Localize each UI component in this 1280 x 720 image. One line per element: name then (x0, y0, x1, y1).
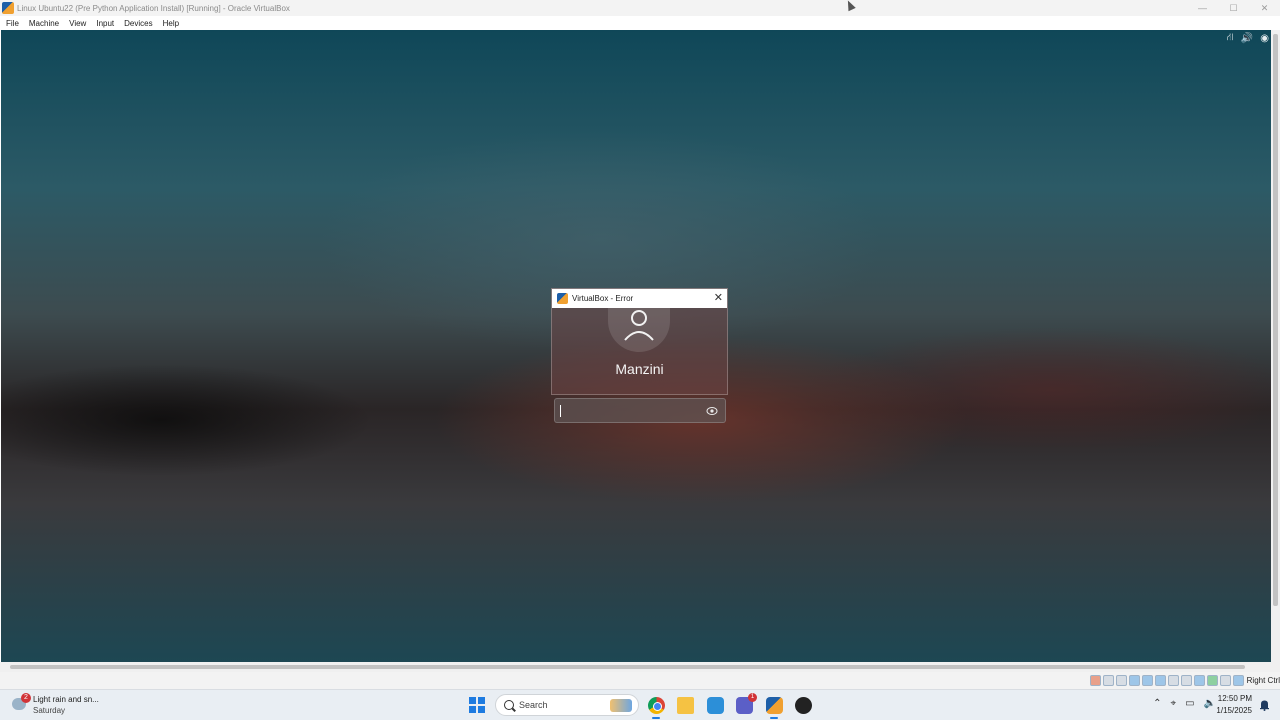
clock-time: 12:50 PM (1217, 694, 1252, 703)
display-icon[interactable] (1168, 675, 1179, 686)
login-card: VirtualBox - Error ✕ Manzini (551, 288, 728, 395)
network-adapter-icon[interactable] (1129, 675, 1140, 686)
clock-date: 1/15/2025 (1216, 706, 1252, 715)
vm-volume-icon[interactable]: 🔊 (1241, 33, 1253, 44)
taskbar-clock[interactable]: 12:50 PM 1/15/2025 (1216, 694, 1252, 715)
virtualbox-taskbar-icon[interactable] (766, 697, 783, 714)
keyboard-capture-icon[interactable] (1233, 675, 1244, 686)
horizontal-scroll-thumb[interactable] (10, 665, 1245, 669)
error-dialog-titlebar[interactable]: VirtualBox - Error ✕ (552, 289, 727, 308)
windows-logo-pane (469, 706, 476, 713)
reveal-password-icon[interactable] (706, 406, 718, 416)
windows-logo-pane (478, 706, 485, 713)
weather-widget[interactable]: 2 Light rain and sn... Saturday (12, 693, 112, 717)
virtualbox-running-indicator (770, 717, 778, 719)
vm-top-tray: ⛙ 🔊 ◉ (1227, 32, 1269, 45)
hard-disk-icon[interactable] (1090, 675, 1101, 686)
device-status-icons (1090, 675, 1244, 686)
weather-alert-badge: 2 (21, 693, 31, 703)
mouse-integration-icon[interactable] (1220, 675, 1231, 686)
vm-statusbar: Right Ctrl (0, 672, 1280, 689)
menu-help[interactable]: Help (163, 19, 179, 28)
notification-bell-icon[interactable] (1259, 699, 1270, 711)
shared-folders-icon[interactable] (1155, 675, 1166, 686)
host-key-label: Right Ctrl (1246, 676, 1280, 685)
window-titlebar[interactable]: Linux Ubuntu22 (Pre Python Application I… (0, 0, 1280, 16)
recording-icon[interactable] (1181, 675, 1192, 686)
maximize-button[interactable]: ☐ (1218, 0, 1249, 16)
chrome-icon[interactable] (648, 697, 665, 714)
menu-input[interactable]: Input (96, 19, 114, 28)
network-icon[interactable]: ▭ (1185, 698, 1194, 709)
chrome-running-indicator (652, 717, 660, 719)
close-button[interactable]: ✕ (1249, 0, 1280, 16)
virtualbox-app-icon (2, 2, 14, 14)
start-button[interactable] (469, 697, 485, 713)
volume-icon[interactable]: 🔈 (1204, 698, 1216, 709)
menu-machine[interactable]: Machine (29, 19, 59, 28)
vertical-scrollbar[interactable] (1271, 30, 1280, 662)
windows-taskbar: 2 Light rain and sn... Saturday Search 1… (0, 689, 1280, 720)
horizontal-scrollbar[interactable] (0, 662, 1280, 672)
teams-icon[interactable]: 1 (736, 693, 757, 714)
minimize-button[interactable]: — (1187, 0, 1218, 16)
cpu-icon[interactable] (1194, 675, 1205, 686)
taskbar-search[interactable]: Search (495, 694, 639, 716)
text-caret (560, 405, 561, 417)
github-desktop-icon[interactable] (795, 697, 812, 714)
error-dialog-title: VirtualBox - Error (572, 294, 634, 303)
search-icon (504, 700, 514, 710)
vm-network-icon[interactable]: ⛙ (1227, 32, 1234, 45)
user-avatar-icon (608, 306, 670, 352)
vm-accessibility-icon[interactable]: ◉ (1260, 33, 1269, 44)
system-tray: ⌃ ⌖ ▭ 🔈 (1153, 698, 1216, 709)
weather-day: Saturday (33, 706, 66, 715)
location-icon[interactable]: ⌖ (1170, 698, 1176, 709)
virtualbox-dialog-icon (557, 293, 568, 304)
menu-devices[interactable]: Devices (124, 19, 152, 28)
search-highlight-image (610, 699, 632, 712)
show-hidden-icons-chevron-icon[interactable]: ⌃ (1153, 698, 1161, 709)
window-controls: — ☐ ✕ (1187, 0, 1280, 16)
windows-logo-icon (469, 697, 476, 704)
teams-notification-badge: 1 (748, 693, 757, 702)
window-title: Linux Ubuntu22 (Pre Python Application I… (17, 3, 290, 13)
login-username: Manzini (615, 361, 664, 377)
guest-additions-icon[interactable] (1207, 675, 1218, 686)
password-input[interactable] (554, 398, 726, 423)
windows-logo-pane (478, 697, 485, 704)
optical-drive-icon[interactable] (1103, 675, 1114, 686)
audio-icon[interactable] (1116, 675, 1127, 686)
screen: Linux Ubuntu22 (Pre Python Application I… (0, 0, 1280, 720)
menu-file[interactable]: File (6, 19, 19, 28)
search-placeholder: Search (519, 700, 548, 710)
usb-icon[interactable] (1142, 675, 1153, 686)
weather-condition: Light rain and sn... (33, 695, 99, 704)
file-explorer-icon[interactable] (677, 697, 694, 714)
menu-view[interactable]: View (69, 19, 86, 28)
vscode-icon[interactable] (707, 697, 724, 714)
vertical-scroll-thumb[interactable] (1273, 34, 1278, 606)
menubar: File Machine View Input Devices Help (0, 16, 1280, 30)
error-dialog-close-button[interactable]: ✕ (714, 292, 723, 304)
